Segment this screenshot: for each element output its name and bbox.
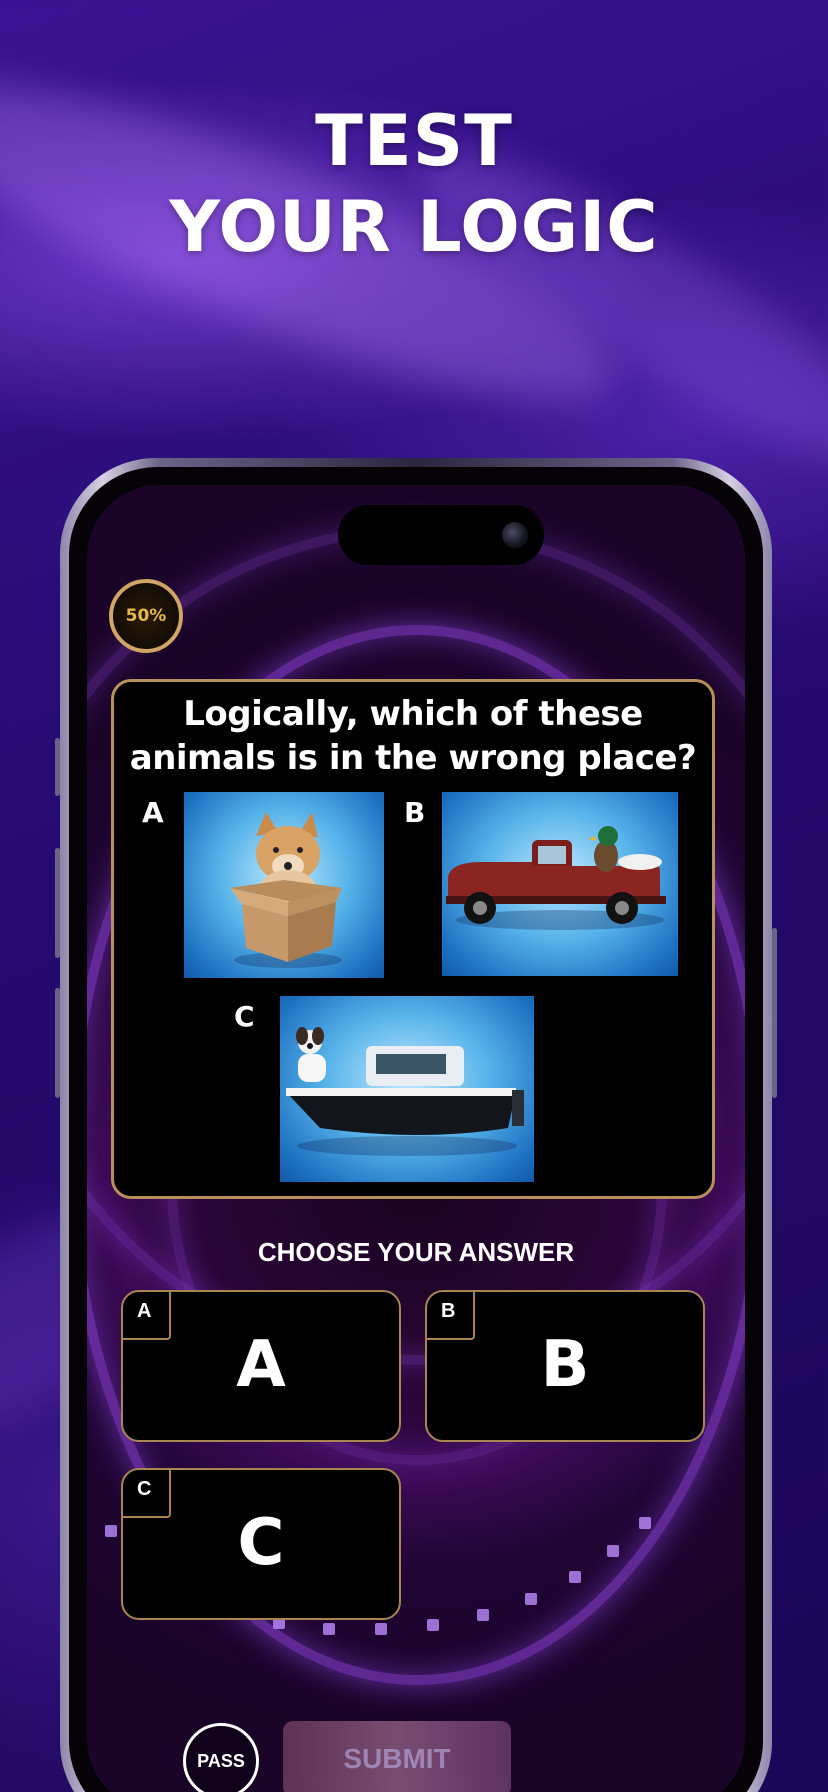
answer-label-b: B	[540, 1328, 590, 1402]
answer-button-a[interactable]: A A	[121, 1290, 401, 1442]
headline-line-2: YOUR LOGIC	[169, 186, 659, 268]
front-camera-icon	[502, 522, 528, 548]
answer-button-c[interactable]: C C	[121, 1468, 401, 1620]
phone-action-button	[55, 738, 60, 796]
headline-line-1: TEST	[315, 100, 513, 182]
progress-dot	[639, 1517, 651, 1529]
option-image-c	[280, 996, 534, 1182]
option-letter-b: B	[404, 796, 426, 829]
phone-volume-up-button	[55, 848, 60, 958]
phone-power-button	[772, 928, 777, 1098]
headline: TEST YOUR LOGIC	[0, 98, 828, 270]
question-text: Logically, which of these animals is in …	[129, 694, 697, 778]
game-screen: 50% Logically, which of these animals is…	[87, 485, 745, 1792]
lifeline-label: 50%	[125, 606, 167, 626]
progress-dot	[525, 1593, 537, 1605]
submit-button[interactable]: SUBMIT	[283, 1721, 511, 1792]
progress-dot	[569, 1571, 581, 1583]
dog-on-boat-illustration	[286, 1027, 524, 1156]
phone-frame: 50% Logically, which of these animals is…	[55, 458, 777, 1792]
progress-dot	[105, 1525, 117, 1537]
phone-volume-down-button	[55, 988, 60, 1098]
choose-answer-label: CHOOSE YOUR ANSWER	[257, 1237, 575, 1267]
answer-label-c: C	[237, 1506, 285, 1580]
phone-bezel: 50% Logically, which of these animals is…	[69, 467, 763, 1792]
pass-button[interactable]: PASS	[183, 1723, 259, 1792]
answer-button-b[interactable]: B B	[425, 1290, 705, 1442]
fifty-fifty-lifeline-button[interactable]: 50%	[109, 579, 183, 653]
option-letter-a: A	[142, 796, 164, 829]
fox-in-box-illustration	[230, 812, 342, 968]
option-image-a	[184, 792, 384, 978]
progress-dot	[477, 1609, 489, 1621]
answer-label-a: A	[236, 1328, 286, 1402]
duck-on-truck-illustration	[446, 826, 666, 930]
progress-dot	[607, 1545, 619, 1557]
option-image-b	[442, 792, 678, 976]
dynamic-island	[338, 505, 544, 565]
question-card: Logically, which of these animals is in …	[111, 679, 715, 1199]
option-letter-c: C	[234, 1000, 255, 1033]
progress-dot	[375, 1623, 387, 1635]
progress-dot	[427, 1619, 439, 1631]
progress-dot	[323, 1623, 335, 1635]
